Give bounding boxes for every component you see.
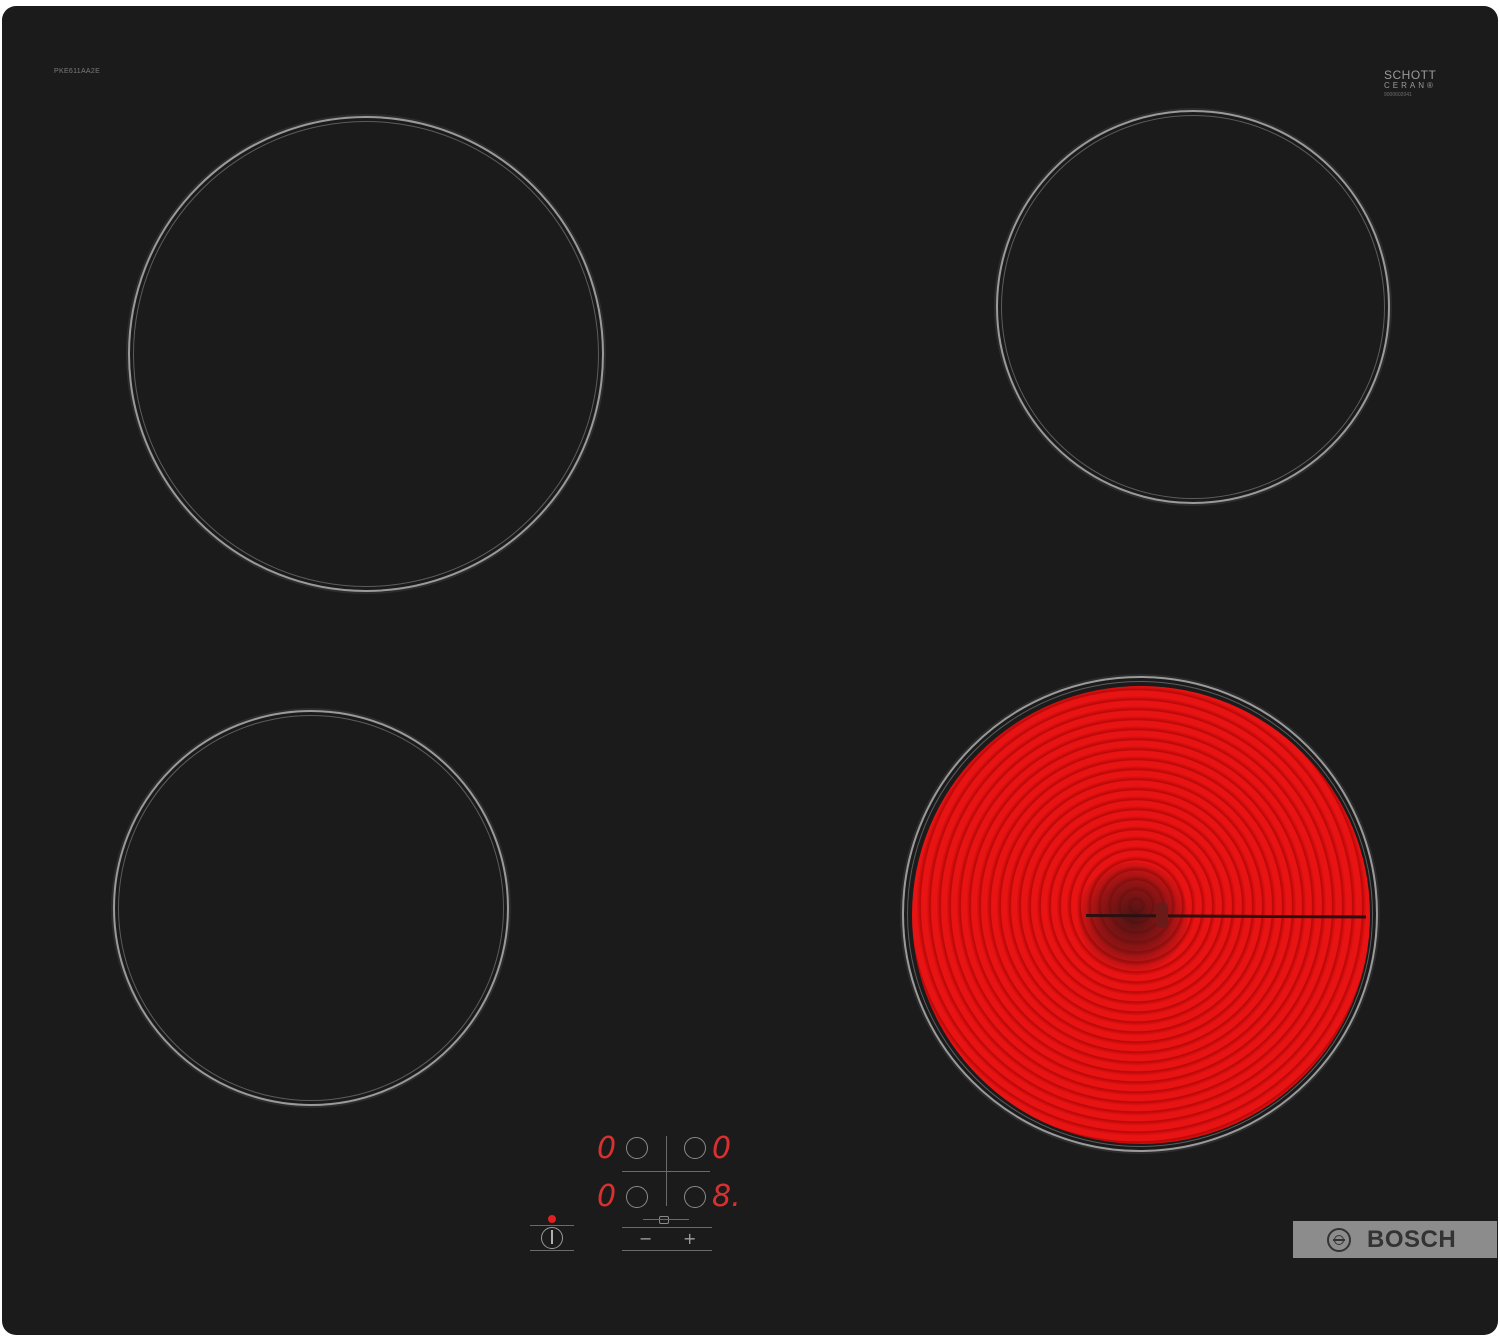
plus-minus-top-line	[622, 1227, 712, 1228]
schott-logo-line2: CERAN®	[1384, 81, 1436, 90]
power-button-bottom-line	[530, 1250, 574, 1251]
select-rear-left-button[interactable]	[626, 1137, 648, 1159]
temperature-limiter-knob	[1156, 902, 1168, 928]
bosch-logo-bar	[1333, 1239, 1345, 1241]
product-photo: PKE611AA2E SCHOTT CERAN® 9000602041 0 0 …	[0, 0, 1500, 1339]
plus-minus-bottom-line	[622, 1250, 712, 1251]
glass-code: 9000602041	[1384, 92, 1412, 98]
zone-map-horizontal-divider	[622, 1171, 710, 1172]
display-front-right: 8.	[712, 1179, 741, 1214]
cooking-zone-rear-right	[996, 110, 1390, 504]
brand-name: BOSCH	[1367, 1226, 1457, 1253]
power-button-top-line	[530, 1225, 574, 1226]
minus-button[interactable]: −	[639, 1231, 652, 1247]
cooking-zone-rear-left	[128, 116, 604, 592]
select-front-right-button[interactable]	[684, 1186, 706, 1208]
bosch-logo-icon	[1327, 1228, 1351, 1252]
lock-bracket-line	[643, 1219, 689, 1220]
display-rear-right: 0	[712, 1131, 732, 1166]
plus-button[interactable]: +	[683, 1231, 696, 1247]
display-front-left: 0	[597, 1179, 617, 1214]
power-icon	[551, 1230, 553, 1244]
child-lock-icon	[659, 1216, 669, 1224]
select-rear-right-button[interactable]	[684, 1137, 706, 1159]
schott-logo-line1: SCHOTT	[1384, 68, 1437, 82]
model-code: PKE611AA2E	[54, 68, 101, 75]
power-indicator-light	[548, 1215, 556, 1223]
schott-ceran-logo: SCHOTT CERAN® 9000602041	[1384, 69, 1454, 100]
select-front-left-button[interactable]	[626, 1186, 648, 1208]
cooking-zone-front-left	[113, 710, 509, 1106]
display-rear-left: 0	[597, 1131, 617, 1166]
